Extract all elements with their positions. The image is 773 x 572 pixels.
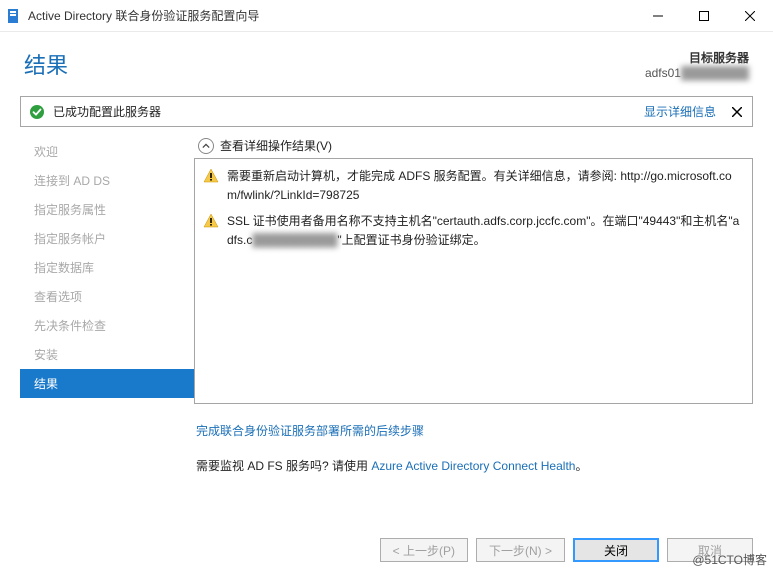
app-icon	[6, 8, 22, 24]
cancel-button: 取消	[667, 538, 753, 562]
result-row: SSL 证书使用者备用名称不支持主机名"certauth.adfs.corp.j…	[203, 210, 744, 255]
result-text-hidden: ██████████	[252, 233, 337, 247]
result-row: 需要重新启动计算机，才能完成 ADFS 服务配置。有关详细信息，请参阅: htt…	[203, 165, 744, 210]
warning-icon	[203, 168, 219, 184]
content-area: 欢迎 连接到 AD DS 指定服务属性 指定服务帐户 指定数据库 查看选项 先决…	[0, 131, 773, 541]
close-button[interactable]: 关闭	[573, 538, 659, 562]
sidebar-item-results[interactable]: 结果	[20, 369, 194, 398]
banner-close-icon[interactable]	[730, 105, 744, 119]
sidebar-item-install: 安装	[20, 340, 194, 369]
next-button: 下一步(N) >	[476, 538, 565, 562]
window-titlebar: Active Directory 联合身份验证服务配置向导	[0, 0, 773, 32]
results-header: 查看详细操作结果(V)	[194, 133, 753, 158]
status-banner: 已成功配置此服务器 显示详细信息	[20, 96, 753, 127]
window-controls	[635, 0, 773, 31]
status-message: 已成功配置此服务器	[53, 103, 636, 120]
wizard-footer: < 上一步(P) 下一步(N) > 关闭 取消	[380, 538, 753, 562]
sidebar-item-connect-adds: 连接到 AD DS	[20, 166, 194, 195]
results-header-label: 查看详细操作结果(V)	[220, 137, 332, 154]
sidebar-item-review-options: 查看选项	[20, 282, 194, 311]
monitor-text: 需要监视 AD FS 服务吗? 请使用 Azure Active Directo…	[194, 451, 753, 474]
result-text: 需要重新启动计算机，才能完成 ADFS 服务配置。有关详细信息，请参阅: htt…	[227, 167, 744, 204]
chevron-up-icon[interactable]	[198, 138, 214, 154]
monitor-suffix: 。	[575, 459, 587, 473]
minimize-button[interactable]	[635, 0, 681, 32]
sidebar-item-service-account: 指定服务帐户	[20, 224, 194, 253]
sidebar-item-prerequisites: 先决条件检查	[20, 311, 194, 340]
page-title: 结果	[24, 48, 68, 80]
warning-icon	[203, 213, 219, 229]
sidebar-item-service-properties: 指定服务属性	[20, 195, 194, 224]
main-panel: 查看详细操作结果(V) 需要重新启动计算机，才能完成 ADFS 服务配置。有关详…	[194, 131, 753, 541]
target-server-label: 目标服务器	[645, 49, 749, 66]
window-title: Active Directory 联合身份验证服务配置向导	[28, 7, 635, 24]
target-server-hidden: ████████	[681, 66, 749, 80]
result-text-part-b: "上配置证书身份验证绑定。	[337, 233, 485, 247]
results-list: 需要重新启动计算机，才能完成 ADFS 服务配置。有关详细信息，请参阅: htt…	[194, 158, 753, 404]
maximize-button[interactable]	[681, 0, 727, 32]
sidebar-item-welcome: 欢迎	[20, 137, 194, 166]
success-check-icon	[29, 104, 45, 120]
target-server: 目标服务器 adfs01████████	[645, 49, 749, 80]
target-server-prefix: adfs01	[645, 66, 681, 80]
show-details-link[interactable]: 显示详细信息	[644, 103, 716, 120]
page-header: 结果 目标服务器 adfs01████████	[0, 32, 773, 90]
wizard-sidebar: 欢迎 连接到 AD DS 指定服务属性 指定服务帐户 指定数据库 查看选项 先决…	[20, 131, 194, 541]
window-close-button[interactable]	[727, 0, 773, 32]
result-text: SSL 证书使用者备用名称不支持主机名"certauth.adfs.corp.j…	[227, 212, 744, 249]
followup-steps-link[interactable]: 完成联合身份验证服务部署所需的后续步骤	[194, 404, 753, 451]
target-server-value: adfs01████████	[645, 66, 749, 80]
aad-connect-health-link[interactable]: Azure Active Directory Connect Health	[371, 459, 575, 473]
previous-button: < 上一步(P)	[380, 538, 468, 562]
sidebar-item-database: 指定数据库	[20, 253, 194, 282]
monitor-prefix: 需要监视 AD FS 服务吗? 请使用	[196, 459, 371, 473]
